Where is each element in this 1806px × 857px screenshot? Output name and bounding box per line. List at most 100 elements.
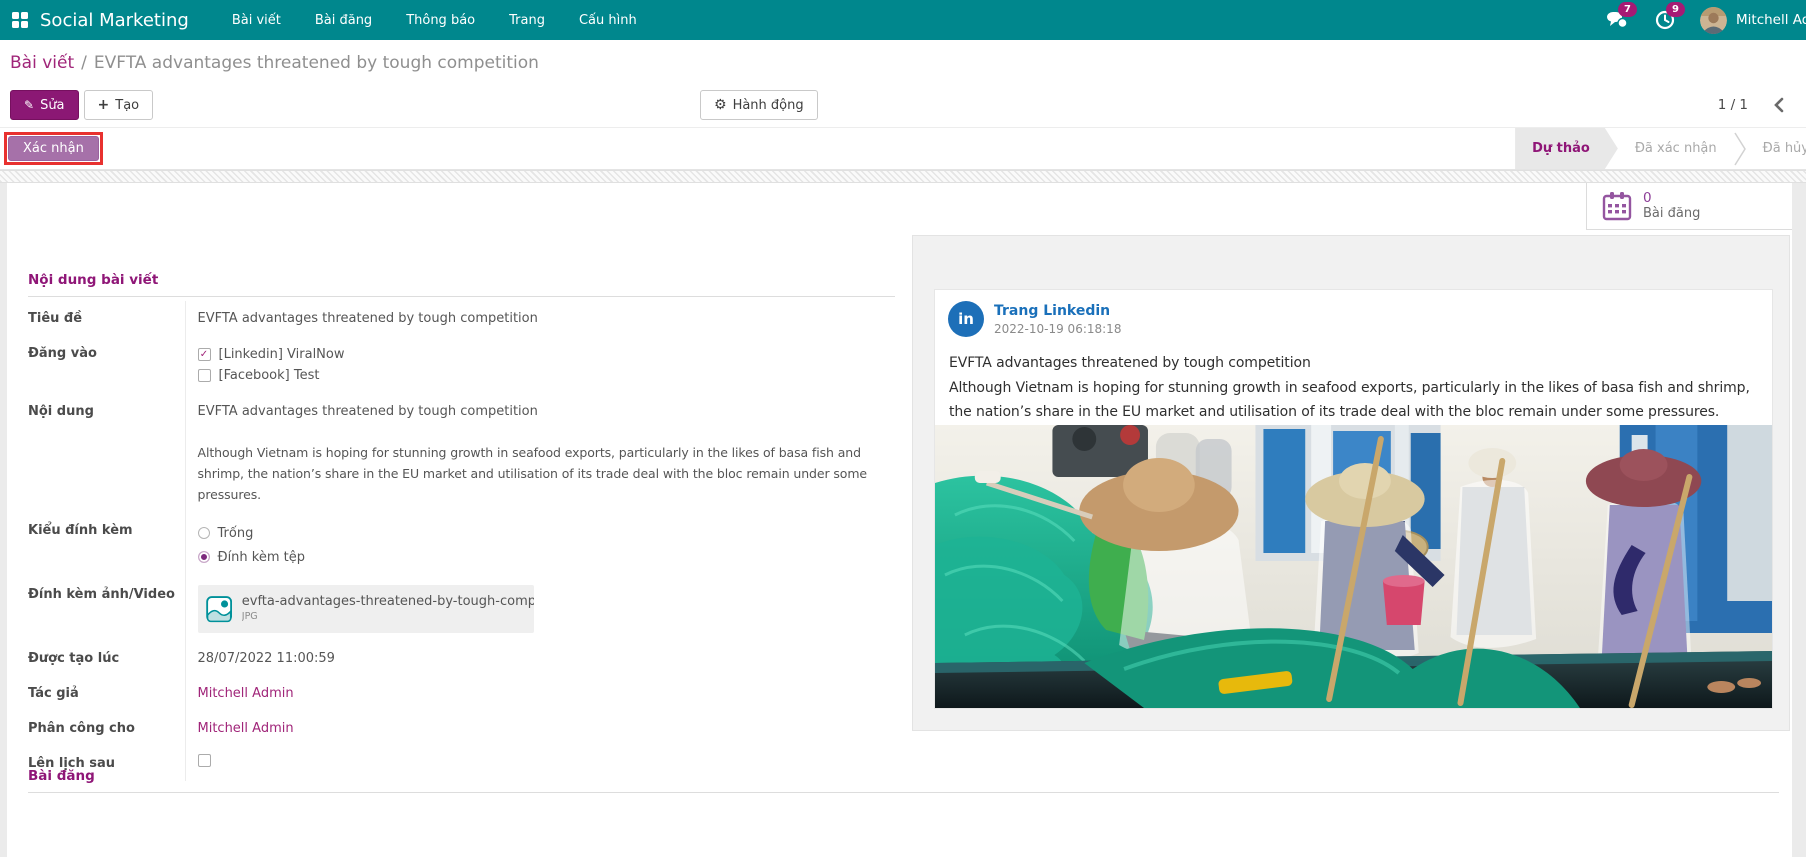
pager: 1 / 1 [1718,90,1794,120]
systray: 7 9 Mitchell Admin [1604,0,1806,40]
field-label: Được tạo lúc [28,641,185,676]
apps-grid-icon [12,12,28,28]
sheet-left-margin [0,183,7,857]
field-row-assigned: Phân công cho Mitchell Admin [28,711,895,746]
apps-menu-button[interactable] [0,0,40,40]
checkbox-label: [Linkedin] ViralNow [219,345,345,364]
preview-text-rest: Although Vietnam is hoping for stunning … [949,376,1758,425]
fishing-boat-photo-illustration [935,425,1772,708]
control-panel: ✎ Sửa + Tạo ⚙ Hành động 1 / 1 [0,86,1806,127]
calendar-icon [1602,191,1632,221]
menu-item-cau-hinh[interactable]: Cấu hình [562,0,654,40]
annotation-highlight: Xác nhận [4,132,103,165]
pager-value: 1 / 1 [1718,97,1748,113]
pencil-icon: ✎ [24,98,34,112]
statusbar-steps: Dự thảo Đã xác nhận Đã hủy [1515,128,1806,169]
radio-label: Trống [218,524,254,543]
linkedin-post-preview: in Trang Linkedin 2022-10-19 06:18:18 EV… [934,289,1773,709]
statusbar: Xác nhận Dự thảo Đã xác nhận Đã hủy [0,127,1806,170]
user-photo-icon [1700,7,1727,34]
social-marketing-window: Social Marketing Bài viết Bài đăng Thông… [0,0,1806,857]
field-label: Kiểu đính kèm [28,513,185,577]
breadcrumb-current: EVFTA advantages threatened by tough com… [94,53,539,73]
create-button[interactable]: + Tạo [84,90,154,120]
sheet-right-margin [1792,183,1806,857]
message-paragraph: Although Vietnam is hoping for stunning … [198,442,896,505]
action-menu-button[interactable]: ⚙ Hành động [700,90,818,120]
breadcrumb-parent-link[interactable]: Bài viết [10,53,74,73]
status-step-draft[interactable]: Dự thảo [1515,128,1618,169]
attachment-filetype: JPG [242,609,534,624]
field-label: Tác giả [28,676,185,711]
title-value: EVFTA advantages threatened by tough com… [185,301,895,336]
linkedin-avatar-icon: in [948,301,984,337]
status-step-cancelled[interactable]: Đã hủy [1746,128,1806,169]
field-row-attachment: Đính kèm ảnh/Video evfta-advantages-thre… [28,577,895,641]
posts-count: 0 [1643,191,1700,206]
main-menu: Bài viết Bài đăng Thông báo Trang Cấu hì… [215,0,654,40]
checkbox-facebook-test[interactable] [198,369,211,382]
activities-badge: 9 [1666,2,1685,17]
field-label: Đăng vào [28,336,185,394]
section-title-content: Nội dung bài viết [28,272,895,297]
field-row-post-on: Đăng vào ✓ [Linkedin] ViralNow [Facebook… [28,336,895,394]
edit-button-label: Sửa [40,98,64,113]
confirm-button[interactable]: Xác nhận [8,136,99,161]
field-label: Tiêu đề [28,301,185,336]
app-title: Social Marketing [40,10,189,31]
messages-button[interactable]: 7 [1604,7,1630,33]
field-row-author: Tác giả Mitchell Admin [28,676,895,711]
attachment-filename: evfta-advantages-threatened-by-tough-com… [242,594,534,609]
radio-attach-file[interactable] [198,551,210,563]
field-label: Phân công cho [28,711,185,746]
created-value: 28/07/2022 11:00:59 [185,641,895,676]
radio-label: Đính kèm tệp [218,548,306,567]
linkedin-post-timestamp: 2022-10-19 06:18:18 [994,320,1121,338]
user-avatar[interactable] [1700,7,1727,34]
checkbox-schedule-later[interactable] [198,754,211,767]
field-label: Đính kèm ảnh/Video [28,577,185,641]
assigned-link[interactable]: Mitchell Admin [198,721,294,736]
post-content-section: Nội dung bài viết Tiêu đề EVFTA advantag… [28,272,895,781]
sheet-top-hatch-divider [0,170,1806,183]
image-file-icon [206,592,232,626]
field-row-message: Nội dung EVFTA advantages threatened by … [28,394,895,513]
attachment-card[interactable]: evfta-advantages-threatened-by-tough-com… [198,585,534,633]
status-step-confirmed[interactable]: Đã xác nhận [1618,128,1734,169]
section-title-posts: Bài đăng [28,768,1779,793]
edit-button[interactable]: ✎ Sửa [10,90,79,120]
menu-item-thong-bao[interactable]: Thông báo [389,0,492,40]
checkbox-linkedin-viralnow[interactable]: ✓ [198,348,211,361]
plus-icon: + [98,97,110,113]
message-line1: EVFTA advantages threatened by tough com… [198,402,896,421]
step-separator-icon [1734,128,1746,169]
breadcrumb-separator: / [81,53,87,73]
field-row-attachment-type: Kiểu đính kèm Trống Đính kèm tệp [28,513,895,577]
preview-text-line1: EVFTA advantages threatened by tough com… [949,351,1758,376]
field-row-created: Được tạo lúc 28/07/2022 11:00:59 [28,641,895,676]
posts-stat-button[interactable]: 0 Bài đăng [1586,183,1792,230]
posts-section: Bài đăng [28,768,1779,793]
posts-stat-label: Bài đăng [1643,206,1700,221]
menu-item-trang[interactable]: Trang [492,0,562,40]
linkedin-preview-card: in Trang Linkedin 2022-10-19 06:18:18 EV… [912,235,1790,731]
checkbox-label: [Facebook] Test [219,366,320,385]
breadcrumb: Bài viết / EVFTA advantages threatened b… [0,40,1806,86]
gear-icon: ⚙ [714,97,727,113]
stat-button-row: 0 Bài đăng [0,183,1806,230]
post-photo [935,425,1772,708]
linkedin-page-name: Trang Linkedin [994,302,1121,320]
menu-item-bai-viet[interactable]: Bài viết [215,0,298,40]
author-link[interactable]: Mitchell Admin [198,686,294,701]
top-navbar: Social Marketing Bài viết Bài đăng Thông… [0,0,1806,40]
field-label: Nội dung [28,394,185,513]
activities-button[interactable]: 9 [1652,7,1678,33]
action-button-label: Hành động [733,98,804,113]
radio-empty[interactable] [198,527,210,539]
user-name[interactable]: Mitchell Admin [1736,12,1806,28]
pager-previous-icon[interactable] [1774,97,1784,113]
menu-item-bai-dang[interactable]: Bài đăng [298,0,389,40]
field-row-title: Tiêu đề EVFTA advantages threatened by t… [28,301,895,336]
messages-badge: 7 [1618,2,1637,17]
create-button-label: Tạo [115,98,139,113]
